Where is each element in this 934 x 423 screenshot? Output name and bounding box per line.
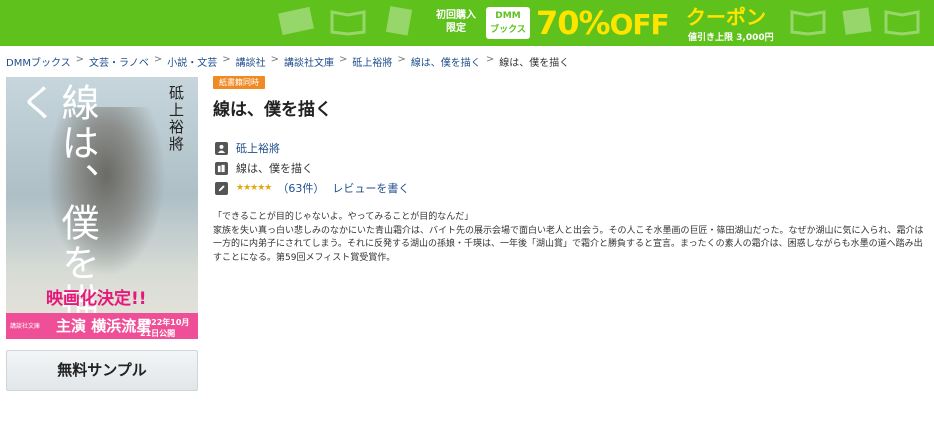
cover-band-date: 2022年10月21日公開 xyxy=(140,318,190,338)
coupon-banner[interactable]: 初回購入 限定 DMM ブックス 70%OFF クーポン 値引き上限 3,000… xyxy=(0,0,934,46)
author-row: 砥上裕將 xyxy=(215,140,280,156)
breadcrumb-separator: > xyxy=(75,54,85,65)
dmm-books-logo: DMM ブックス xyxy=(486,7,530,39)
books-icon xyxy=(215,161,228,175)
breadcrumb-separator: > xyxy=(222,54,231,65)
breadcrumb-separator: > xyxy=(339,54,348,65)
breadcrumb-item-series[interactable]: 線は、僕を描く xyxy=(411,54,481,69)
cover-band: 講談社文庫 主演 横浜流星 2022年10月21日公開 xyxy=(6,313,198,339)
rating-stars: ★★★★★ xyxy=(236,183,272,193)
breadcrumb-item-literature[interactable]: 文芸・ラノベ xyxy=(89,54,149,69)
series-row: 線は、僕を描く xyxy=(215,160,313,176)
open-book-icon xyxy=(790,6,826,36)
breadcrumb-separator: > xyxy=(270,54,280,65)
cover-author: 砥上裕將 xyxy=(167,85,185,153)
banner-coupon-label: クーポン xyxy=(686,5,766,29)
breadcrumb-separator: > xyxy=(397,54,406,65)
book-icon xyxy=(382,6,418,36)
banner-percent: 70% xyxy=(536,4,611,42)
cover-band-star: 主演 横浜流星 xyxy=(56,317,152,335)
banner-first-purchase: 初回購入 限定 xyxy=(436,10,476,34)
book-cover[interactable]: 線は、僕を描く 砥上裕將 映画化決定!! 講談社文庫 主演 横浜流星 2022年… xyxy=(6,77,198,339)
breadcrumb-item-publisher[interactable]: 講談社 xyxy=(236,54,266,69)
cover-band-imprint: 講談社文庫 xyxy=(10,323,41,330)
banner-limit: 値引き上限 3,000円 xyxy=(688,33,774,43)
breadcrumb-item-current: 線は、僕を描く xyxy=(499,58,570,69)
write-review-link[interactable]: レビューを書く xyxy=(332,180,409,196)
rating-row: ★★★★★ （63件） レビューを書く xyxy=(215,180,409,196)
breadcrumb-item-novel[interactable]: 小説・文芸 xyxy=(167,54,217,69)
page-title: 線は、僕を描く xyxy=(213,100,332,120)
breadcrumb: DMMブックス > 文芸・ラノベ > 小説・文芸 > 講談社 > 講談社文庫 > 砥上裕將… xyxy=(6,54,569,69)
breadcrumb-separator: > xyxy=(153,54,163,65)
book-description: 「できることが目的じゃないよ。やってみることが目的なんだ」 家族を失い真っ白い悲… xyxy=(213,212,924,263)
open-book-icon xyxy=(330,6,366,36)
person-icon xyxy=(215,141,228,155)
book-icon xyxy=(278,6,314,36)
simultaneous-release-badge: 紙書籍同時 xyxy=(213,76,265,89)
pencil-icon xyxy=(215,181,228,195)
breadcrumb-separator: > xyxy=(485,54,495,65)
author-link[interactable]: 砥上裕將 xyxy=(236,140,280,156)
cover-movie-announcement: 映画化決定!! xyxy=(46,289,147,309)
banner-discount: 70%OFF xyxy=(536,4,670,44)
book-icon xyxy=(840,6,876,36)
series-name: 線は、僕を描く xyxy=(236,162,313,175)
banner-off: OFF xyxy=(609,8,670,41)
breadcrumb-item-dmm-books[interactable]: DMMブックス xyxy=(6,54,71,69)
breadcrumb-item-label[interactable]: 講談社文庫 xyxy=(284,54,334,69)
breadcrumb-item-author[interactable]: 砥上裕將 xyxy=(352,54,392,69)
review-count-link[interactable]: （63件） xyxy=(277,180,324,196)
free-sample-button[interactable]: 無料サンプル xyxy=(6,350,198,391)
open-book-icon xyxy=(884,6,920,36)
